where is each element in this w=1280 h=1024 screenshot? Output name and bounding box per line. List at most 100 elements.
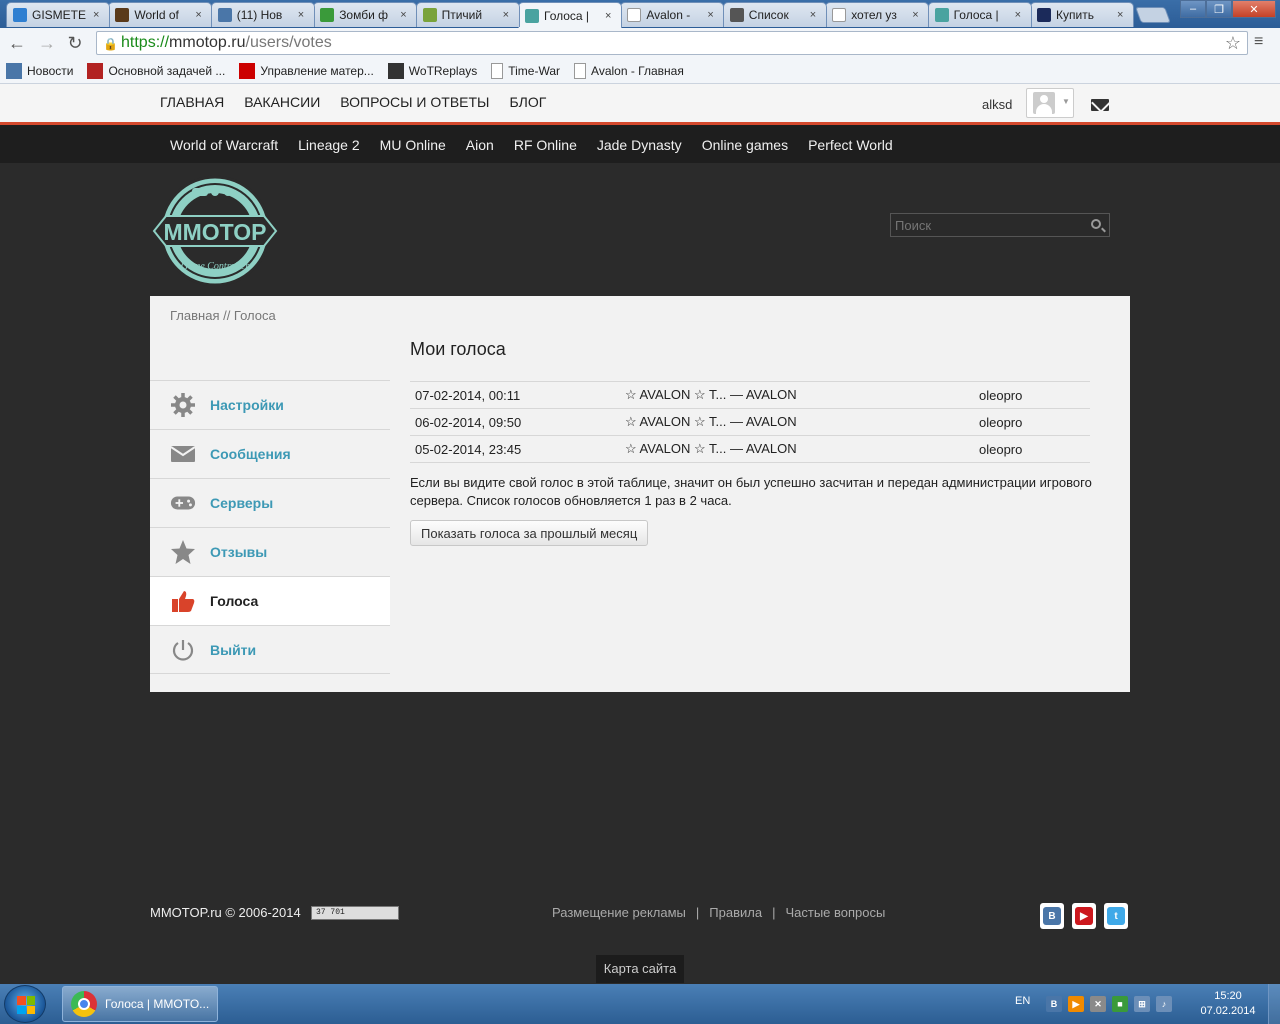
social-button[interactable]: B [1040, 903, 1064, 929]
envelope-icon[interactable] [1091, 99, 1109, 111]
clock[interactable]: 15:20 07.02.2014 [1198, 989, 1258, 1019]
taskbar-chrome-window[interactable]: Голоса | MMOTO... [62, 986, 218, 1022]
close-icon[interactable]: × [195, 9, 205, 21]
lock-icon: 🔒 [103, 36, 118, 51]
close-icon[interactable]: × [503, 9, 513, 21]
sitemap-link[interactable]: Карта сайта [596, 955, 684, 983]
footer-link[interactable]: Правила [709, 905, 762, 920]
maximize-button[interactable]: ❐ [1206, 0, 1232, 18]
bookmark-item[interactable]: Новости [6, 62, 73, 79]
chrome-menu-icon[interactable]: ≡ [1254, 33, 1270, 51]
new-tab-button[interactable] [1135, 7, 1171, 23]
sidebar-item[interactable]: Отзывы [150, 527, 390, 576]
footer-link[interactable]: Частые вопросы [785, 905, 885, 920]
back-arrow-icon[interactable]: ← [6, 32, 28, 54]
bookmark-item[interactable]: Avalon - Главная [574, 62, 684, 79]
sidebar-item-label: Голоса [210, 593, 259, 609]
vote-server[interactable]: ☆ AVALON ☆ T... — AVALON [620, 381, 974, 409]
browser-tab[interactable]: Голоса | × [927, 2, 1032, 27]
top-nav-link[interactable]: ГЛАВНАЯ [160, 94, 224, 110]
nvidia-icon[interactable]: ■ [1112, 996, 1128, 1012]
browser-tab[interactable]: хотел уз × [825, 2, 930, 27]
sidebar-item[interactable]: Голоса [150, 576, 390, 625]
volume-icon[interactable]: ♪ [1156, 996, 1172, 1012]
close-icon[interactable]: × [707, 9, 717, 21]
reload-icon[interactable]: ↻ [64, 32, 86, 54]
close-icon[interactable]: × [605, 10, 615, 22]
browser-tab[interactable]: GISMETE × [6, 2, 110, 27]
sidebar-item[interactable]: Выйти [150, 625, 390, 674]
bookmarks-bar: Новости Основной задачей ... Управление ма… [0, 58, 1280, 84]
sidebar-item-label: Сообщения [210, 446, 291, 462]
browser-tab[interactable]: World of × [108, 2, 213, 27]
close-icon[interactable]: × [810, 9, 820, 21]
votes-note: Если вы видите свой голос в этой таблице… [410, 475, 1092, 508]
sidebar-item[interactable]: Серверы [150, 478, 390, 527]
mmotop-logo[interactable]: MMOTOP Game Controller [152, 174, 278, 286]
bookmark-item[interactable]: WoTReplays [387, 62, 477, 79]
close-icon[interactable]: × [912, 9, 922, 21]
logo-subtitle: Game Controller [181, 261, 249, 272]
footer-links: Размещение рекламы | Правила | Частые вопрос… [552, 905, 885, 920]
browser-tab[interactable]: Зомби ф × [313, 2, 418, 27]
language-indicator[interactable]: EN [1015, 995, 1030, 1007]
vote-server[interactable]: ☆ AVALON ☆ T... — AVALON [620, 408, 974, 436]
game-link[interactable]: Perfect World [808, 137, 893, 153]
top-nav-link[interactable]: ВАКАНСИИ [244, 94, 320, 110]
close-icon[interactable]: × [298, 9, 308, 21]
url-host: mmotop.ru [169, 34, 246, 51]
vote-date: 07-02-2014, 00:11 [410, 381, 620, 409]
game-link[interactable]: RF Online [514, 137, 577, 153]
close-icon[interactable]: × [1015, 9, 1025, 21]
social-button[interactable]: ▶ [1072, 903, 1096, 929]
youtube-icon: ▶ [1075, 907, 1093, 925]
start-button[interactable] [4, 985, 46, 1023]
vote-server[interactable]: ☆ AVALON ☆ T... — AVALON [620, 435, 974, 463]
forward-arrow-icon[interactable]: → [36, 32, 58, 54]
sidebar-item[interactable]: Настройки [150, 380, 390, 429]
network-error-icon[interactable]: ✕ [1090, 996, 1106, 1012]
show-desktop-button[interactable] [1268, 984, 1280, 1024]
footer-separator: | [772, 905, 776, 920]
social-button[interactable]: t [1104, 903, 1128, 929]
top-nav-link[interactable]: БЛОГ [509, 94, 546, 110]
bookmark-item[interactable]: Управление матер... [239, 62, 374, 79]
search-icon[interactable] [1091, 219, 1101, 229]
game-link[interactable]: Online games [702, 137, 788, 153]
user-avatar-dropdown[interactable]: ▼ [1026, 88, 1074, 118]
username[interactable]: alksd [982, 97, 1012, 112]
browser-tab[interactable]: (11) Нов × [210, 2, 315, 27]
visitor-counter[interactable]: 37 701 [311, 906, 399, 920]
close-window-button[interactable]: ✕ [1232, 0, 1276, 18]
footer-link[interactable]: Размещение рекламы [552, 905, 686, 920]
browser-tab[interactable]: Голоса | × [518, 2, 622, 28]
close-icon[interactable]: × [1117, 9, 1127, 21]
bookmark-star-icon[interactable]: ☆ [1225, 33, 1241, 54]
game-link[interactable]: World of Warcraft [170, 137, 278, 153]
sidebar-item[interactable]: Сообщения [150, 429, 390, 478]
top-nav-links: ГЛАВНАЯ ВАКАНСИИ ВОПРОСЫ И ОТВЕТЫ БЛОГ [160, 94, 546, 110]
browser-tab[interactable]: Купить × [1030, 2, 1134, 27]
browser-tab[interactable]: Птичий × [415, 2, 520, 27]
vk-tray-icon[interactable]: B [1046, 996, 1062, 1012]
game-link[interactable]: MU Online [380, 137, 446, 153]
wot-icon [115, 8, 130, 22]
game-link[interactable]: Lineage 2 [298, 137, 360, 153]
breadcrumb[interactable]: Главная // Голоса [170, 308, 276, 323]
top-nav-link[interactable]: ВОПРОСЫ И ОТВЕТЫ [340, 94, 489, 110]
game-link[interactable]: Aion [466, 137, 494, 153]
bookmark-item[interactable]: Основной задачей ... [87, 62, 225, 79]
network-icon[interactable]: ⊞ [1134, 996, 1150, 1012]
browser-tab[interactable]: Avalon - × [620, 2, 725, 27]
media-player-icon[interactable]: ▶ [1068, 996, 1084, 1012]
bookmark-item[interactable]: Time-War [491, 62, 560, 79]
browser-tab[interactable]: Список × [722, 2, 827, 27]
b-icon [87, 62, 104, 79]
address-bar[interactable]: 🔒 https:// mmotop.ru /users/votes ☆ [96, 31, 1248, 55]
close-icon[interactable]: × [93, 9, 103, 21]
search-input[interactable] [891, 217, 1081, 233]
minimize-button[interactable]: – [1180, 0, 1206, 18]
close-icon[interactable]: × [400, 9, 410, 21]
game-link[interactable]: Jade Dynasty [597, 137, 682, 153]
show-last-month-button[interactable]: Показать голоса за прошлый месяц [410, 520, 649, 546]
